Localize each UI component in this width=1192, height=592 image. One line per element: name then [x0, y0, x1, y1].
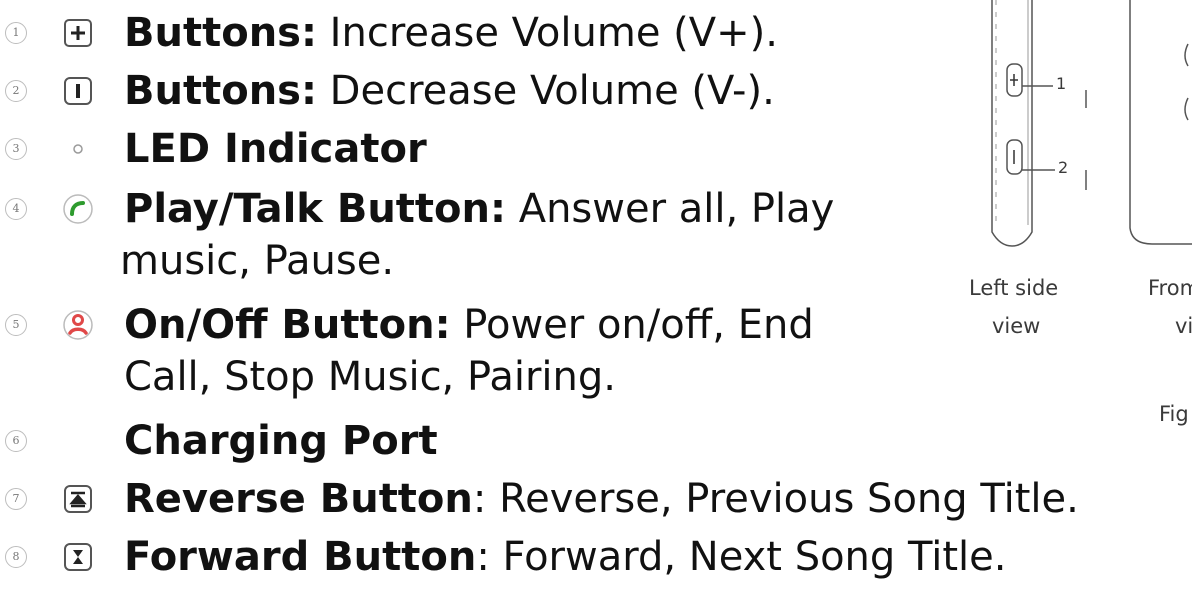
- item-number: 8: [5, 546, 27, 568]
- item-label: LED Indicator: [124, 126, 427, 172]
- list-item: 7 Reverse Button: Reverse, Previous Song…: [0, 474, 1192, 524]
- item-number: 7: [5, 488, 27, 510]
- reverse-button-icon: [64, 485, 92, 513]
- item-number: 5: [5, 314, 27, 336]
- item-text: On/Off Button: Power on/off, End: [124, 300, 814, 350]
- green-phone-icon: [63, 194, 93, 224]
- item-description: Decrease Volume (V-).: [316, 68, 775, 114]
- item-description: Increase Volume (V+).: [316, 10, 778, 56]
- item-text: Buttons: Decrease Volume (V-).: [124, 66, 775, 116]
- forward-button-icon: [64, 543, 92, 571]
- item-number: 6: [5, 430, 27, 452]
- item-label: Buttons:: [124, 68, 317, 114]
- item-label: Play/Talk Button:: [124, 186, 506, 232]
- item-text: Buttons: Increase Volume (V+).: [124, 8, 778, 58]
- item-text: Charging Port: [124, 416, 438, 466]
- item-description: Power on/off, End: [450, 302, 814, 348]
- item-number: 4: [5, 198, 27, 220]
- item-label: Reverse Button: [124, 476, 473, 522]
- item-text-continuation: music, Pause.: [120, 238, 395, 284]
- item-text: LED Indicator: [124, 124, 427, 174]
- item-number: 3: [5, 138, 27, 160]
- item-text: Forward Button: Forward, Next Song Title…: [124, 532, 1006, 582]
- item-label: On/Off Button:: [124, 302, 451, 348]
- minus-button-icon: [64, 77, 92, 105]
- red-phone-person-icon: [63, 310, 93, 340]
- item-text: Play/Talk Button: Answer all, Play: [124, 184, 834, 234]
- front-view-caption-2: vi: [1175, 314, 1192, 338]
- item-number: 1: [5, 22, 27, 44]
- plus-button-icon: [64, 19, 92, 47]
- list-item: 8 Forward Button: Forward, Next Song Tit…: [0, 532, 1192, 582]
- led-indicator-icon: [73, 144, 83, 154]
- item-label: Buttons:: [124, 10, 317, 56]
- device-figure: 1 2 Left side view From vi Fig: [952, 0, 1192, 460]
- left-side-caption-2: view: [992, 314, 1041, 338]
- item-description: Answer all, Play: [506, 186, 835, 232]
- callout-number: 2: [1058, 158, 1069, 177]
- device-drawing: [991, 0, 1192, 247]
- figure-caption: Fig: [1159, 402, 1189, 426]
- item-text: Reverse Button: Reverse, Previous Song T…: [124, 474, 1079, 524]
- front-view-caption: From: [1148, 276, 1192, 300]
- callout-number: 1: [1056, 74, 1067, 93]
- item-label: Charging Port: [124, 418, 438, 464]
- item-description: : Forward, Next Song Title.: [476, 534, 1007, 580]
- item-description: : Reverse, Previous Song Title.: [472, 476, 1079, 522]
- item-label: Forward Button: [124, 534, 477, 580]
- left-side-caption: Left side: [969, 276, 1059, 300]
- item-text-continuation: Call, Stop Music, Pairing.: [124, 354, 616, 400]
- item-number: 2: [5, 80, 27, 102]
